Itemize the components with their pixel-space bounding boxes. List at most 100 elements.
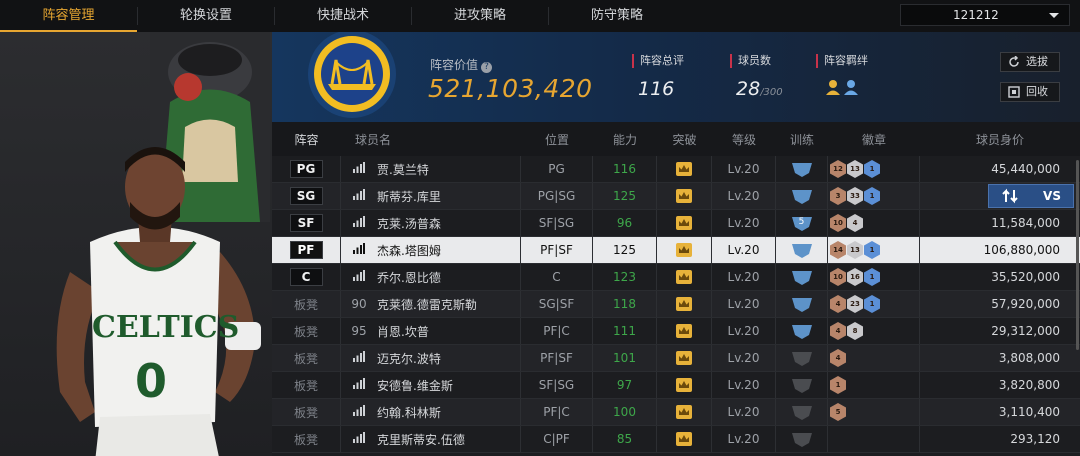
pick-button[interactable]: 选拔 [1000, 52, 1060, 72]
lineup-slot-chip[interactable]: PF [289, 241, 323, 259]
training-shield-icon[interactable] [791, 269, 812, 285]
cell-training [776, 318, 828, 344]
recycle-button[interactable]: 回收 [1000, 82, 1060, 102]
badge-hex-icon: 4 [830, 349, 846, 367]
player-name[interactable]: 约翰.科林斯 [377, 404, 441, 421]
badge-group[interactable]: 4 23 1 [830, 295, 881, 313]
compare-vs-button[interactable]: VS [988, 184, 1074, 208]
training-shield-icon[interactable]: 5 [791, 215, 812, 231]
table-row[interactable]: SG斯蒂芬.库里PG|SG125Lv.2033315 [272, 183, 1080, 210]
bench-label: 板凳 [293, 378, 318, 393]
badge-count: 4 [835, 300, 841, 308]
cell-player-value: 3,820,800 [998, 378, 1060, 392]
table-row[interactable]: 板凳 克里斯蒂安.伍德 C|PF 85 Lv.20 293,120 [272, 426, 1080, 453]
badge-hex-icon: 3 [830, 187, 846, 205]
badge-count: 5 [835, 408, 841, 416]
recycle-icon [1008, 86, 1020, 98]
training-shield-icon[interactable] [791, 350, 812, 366]
help-icon[interactable]: ? [481, 62, 493, 73]
cell-player-value: 106,880,000 [983, 243, 1060, 257]
cell-slot: SF [272, 210, 341, 236]
training-shield-icon[interactable] [791, 242, 812, 258]
badge-hex-icon: 8 [847, 322, 863, 340]
bench-label: 板凳 [293, 405, 318, 420]
cell-badges: 14 13 1 [828, 237, 920, 263]
training-shield-icon[interactable] [791, 161, 812, 177]
table-row[interactable]: SF 克莱.汤普森 SF|SG 96 Lv.20 5 10 4 11,584,000 [272, 210, 1080, 237]
cell-training [776, 264, 828, 290]
tab-offense[interactable]: 进攻策略 [412, 0, 548, 32]
table-row[interactable]: 板凳 95 肖恩.坎普 PF|C 111 Lv.20 4 8 29,312,000 [272, 318, 1080, 345]
lineup-slot-chip[interactable]: SF [289, 214, 323, 232]
lineup-slot-chip[interactable]: PG [289, 160, 323, 178]
table-row[interactable]: 板凳 90 克莱德.德雷克斯勒 SG|SF 118 Lv.20 4 23 1 57,920,000 [272, 291, 1080, 318]
stat-label: 阵容羁绊 [816, 54, 868, 68]
player-name[interactable]: 安德鲁.维金斯 [377, 377, 453, 394]
header-lineup: 阵容 [294, 132, 319, 147]
badge-group[interactable]: 10 4 [830, 214, 864, 232]
table-scrollbar[interactable] [1076, 160, 1079, 350]
crown-icon [676, 324, 692, 338]
training-shield-icon[interactable] [791, 377, 812, 393]
tab-rotation[interactable]: 轮换设置 [138, 0, 274, 32]
badge-group[interactable]: 1 [830, 376, 847, 394]
training-shield-icon[interactable] [791, 296, 812, 312]
badge-group[interactable]: 4 [830, 349, 847, 367]
cell-breakthrough [657, 345, 712, 371]
lineup-slot-chip[interactable]: C [289, 268, 323, 286]
player-name[interactable]: 迈克尔.波特 [377, 350, 441, 367]
header-position: 位置 [544, 132, 569, 147]
table-row[interactable]: PG 贾.莫兰特 PG 116 Lv.20 12 13 1 45,440,000 [272, 156, 1080, 183]
player-name[interactable]: 乔尔.恩比德 [377, 269, 441, 286]
badge-group[interactable]: 48 [830, 322, 864, 340]
training-shield-icon[interactable] [791, 431, 812, 447]
badge-count: 1 [869, 192, 875, 200]
player-name[interactable]: 贾.莫兰特 [377, 161, 429, 178]
table-row[interactable]: PF 杰森.塔图姆 PF|SF 125 Lv.20 14 13 1 106,880,000 [272, 237, 1080, 264]
training-shield-icon[interactable] [791, 323, 812, 339]
tab-lineup[interactable]: 阵容管理 [0, 0, 137, 32]
cell-level: Lv.20 [712, 399, 776, 425]
badge-hex-icon: 1 [864, 241, 880, 259]
table-row[interactable]: 板凳 安德鲁.维金斯 SF|SG 97 Lv.20 1 3,820,800 [272, 372, 1080, 399]
player-name[interactable]: 肖恩.坎普 [377, 323, 429, 340]
cell-badges: 3 33 1 [828, 183, 920, 209]
badge-group[interactable]: 12 13 1 [830, 160, 881, 178]
badge-group[interactable]: 10 16 1 [830, 268, 881, 286]
table-row[interactable]: 板凳 约翰.科林斯 PF|C 100 Lv.20 5 3,110,400 [272, 399, 1080, 426]
table-row[interactable]: C 乔尔.恩比德 C 123 Lv.20 10 16 1 35,520,000 [272, 264, 1080, 291]
player-name[interactable]: 斯蒂芬.库里 [377, 188, 441, 205]
cell-player-name: 克莱.汤普森 [341, 210, 521, 236]
svg-text:0: 0 [135, 354, 167, 408]
badge-hex-icon: 14 [830, 241, 846, 259]
player-name[interactable]: 克里斯蒂安.伍德 [377, 431, 465, 448]
recycle-button-label: 回收 [1026, 85, 1048, 98]
tab-quick-tactics[interactable]: 快捷战术 [275, 0, 411, 32]
swap-icon [1002, 188, 1018, 204]
badge-hex-icon: 1 [864, 187, 880, 205]
cell-ability: 97 [593, 372, 657, 398]
cell-slot: C [272, 264, 341, 290]
badge-hex-icon: 1 [864, 268, 880, 286]
player-name[interactable]: 杰森.塔图姆 [377, 242, 441, 259]
cell-position: PF|SF [521, 237, 593, 263]
cell-position: SF|SG [521, 372, 593, 398]
table-row[interactable]: 板凳 迈克尔.波特 PF|SF 101 Lv.20 4 3,808,000 [272, 345, 1080, 372]
bond-icons[interactable] [816, 78, 868, 100]
badge-group[interactable]: 14 13 1 [830, 241, 881, 259]
training-shield-icon[interactable] [791, 188, 812, 204]
team-select-dropdown[interactable]: 121212 [900, 4, 1070, 26]
cell-ability: 118 [593, 291, 657, 317]
player-name[interactable]: 克莱德.德雷克斯勒 [377, 296, 477, 313]
cell-badges [828, 426, 920, 452]
bond-people-icon[interactable] [824, 78, 860, 96]
badge-count: 1 [835, 381, 841, 389]
player-name[interactable]: 克莱.汤普森 [377, 215, 441, 232]
training-shield-icon[interactable] [791, 404, 812, 420]
lineup-value: 521,103,420 [428, 74, 593, 103]
badge-count: 33 [850, 192, 860, 200]
badge-group[interactable]: 5 [830, 403, 847, 421]
tab-defense[interactable]: 防守策略 [549, 0, 685, 32]
lineup-slot-chip[interactable]: SG [289, 187, 323, 205]
badge-group[interactable]: 3 33 1 [830, 187, 881, 205]
